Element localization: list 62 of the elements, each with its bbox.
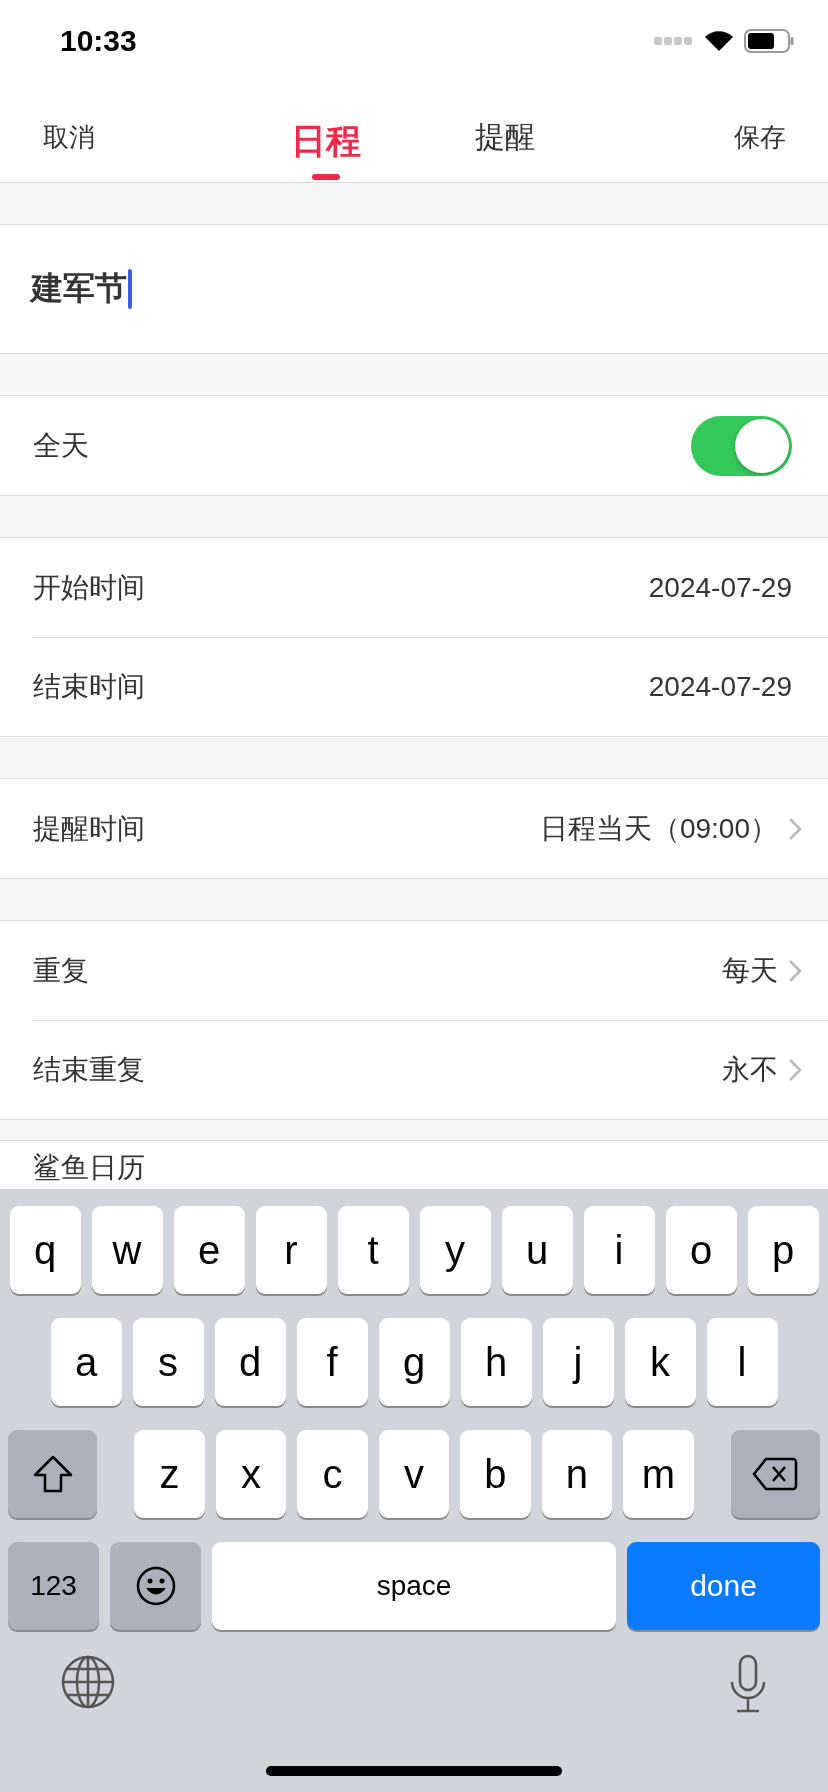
- key[interactable]: s: [132, 1318, 204, 1406]
- row-label: 鲨鱼日历: [33, 1153, 145, 1184]
- key[interactable]: g: [378, 1318, 450, 1406]
- key[interactable]: a: [50, 1318, 122, 1406]
- smiley-icon: [134, 1565, 177, 1607]
- row-label: 结束重复: [33, 1052, 145, 1087]
- done-key[interactable]: done: [627, 1542, 820, 1630]
- shift-key[interactable]: [8, 1430, 98, 1518]
- key[interactable]: m: [623, 1430, 694, 1518]
- key[interactable]: h: [460, 1318, 532, 1406]
- shift-icon: [31, 1454, 74, 1494]
- key[interactable]: p: [747, 1206, 819, 1294]
- wifi-icon: [704, 30, 734, 52]
- key[interactable]: u: [501, 1206, 573, 1294]
- key[interactable]: o: [665, 1206, 737, 1294]
- key[interactable]: w: [91, 1206, 163, 1294]
- key[interactable]: f: [296, 1318, 368, 1406]
- key[interactable]: q: [9, 1206, 81, 1294]
- toggle-switch[interactable]: [691, 415, 792, 476]
- emoji-key[interactable]: [110, 1542, 201, 1630]
- key[interactable]: t: [337, 1206, 409, 1294]
- key[interactable]: d: [214, 1318, 286, 1406]
- backspace-icon: [752, 1456, 799, 1492]
- key[interactable]: l: [706, 1318, 778, 1406]
- key[interactable]: n: [541, 1430, 613, 1518]
- chevron-icon: [788, 958, 802, 983]
- status-time: 10:33: [60, 24, 137, 58]
- key[interactable]: e: [173, 1206, 245, 1294]
- key[interactable]: r: [255, 1206, 327, 1294]
- globe-icon[interactable]: [60, 1654, 116, 1710]
- row-value[interactable]: 2024-07-29: [648, 571, 792, 604]
- row-value[interactable]: 每天: [722, 951, 778, 990]
- key[interactable]: v: [378, 1430, 450, 1518]
- row-label: 重复: [33, 953, 89, 988]
- key[interactable]: k: [624, 1318, 696, 1406]
- key[interactable]: b: [460, 1430, 531, 1518]
- tab[interactable]: 提醒: [475, 119, 535, 155]
- key[interactable]: y: [419, 1206, 491, 1294]
- signal-icon: [654, 36, 694, 46]
- row-value[interactable]: 2024-07-29: [648, 670, 792, 703]
- cancel-button[interactable]: 取消: [43, 119, 95, 155]
- space-key[interactable]: space: [212, 1542, 616, 1630]
- row-value[interactable]: 永不: [722, 1050, 778, 1089]
- key[interactable]: i: [583, 1206, 655, 1294]
- row-label: 开始时间: [33, 570, 145, 605]
- chevron-icon: [788, 816, 802, 841]
- row-label: 提醒时间: [33, 811, 145, 846]
- key[interactable]: z: [134, 1430, 205, 1518]
- key[interactable]: j: [542, 1318, 614, 1406]
- row-label: 全天: [33, 428, 89, 463]
- row-value[interactable]: 日程当天（09:00）: [539, 809, 778, 848]
- save-button[interactable]: 保存: [734, 119, 786, 155]
- numbers-key[interactable]: 123: [8, 1542, 99, 1630]
- microphone-icon[interactable]: [728, 1654, 768, 1714]
- key[interactable]: c: [297, 1430, 368, 1518]
- chevron-icon: [788, 1057, 802, 1082]
- row-label: 结束时间: [33, 669, 145, 704]
- title-input[interactable]: 建军节: [0, 224, 828, 354]
- tab[interactable]: 日程: [291, 120, 361, 180]
- key[interactable]: x: [215, 1430, 287, 1518]
- backspace-key[interactable]: [730, 1430, 820, 1518]
- battery-icon: [744, 29, 794, 53]
